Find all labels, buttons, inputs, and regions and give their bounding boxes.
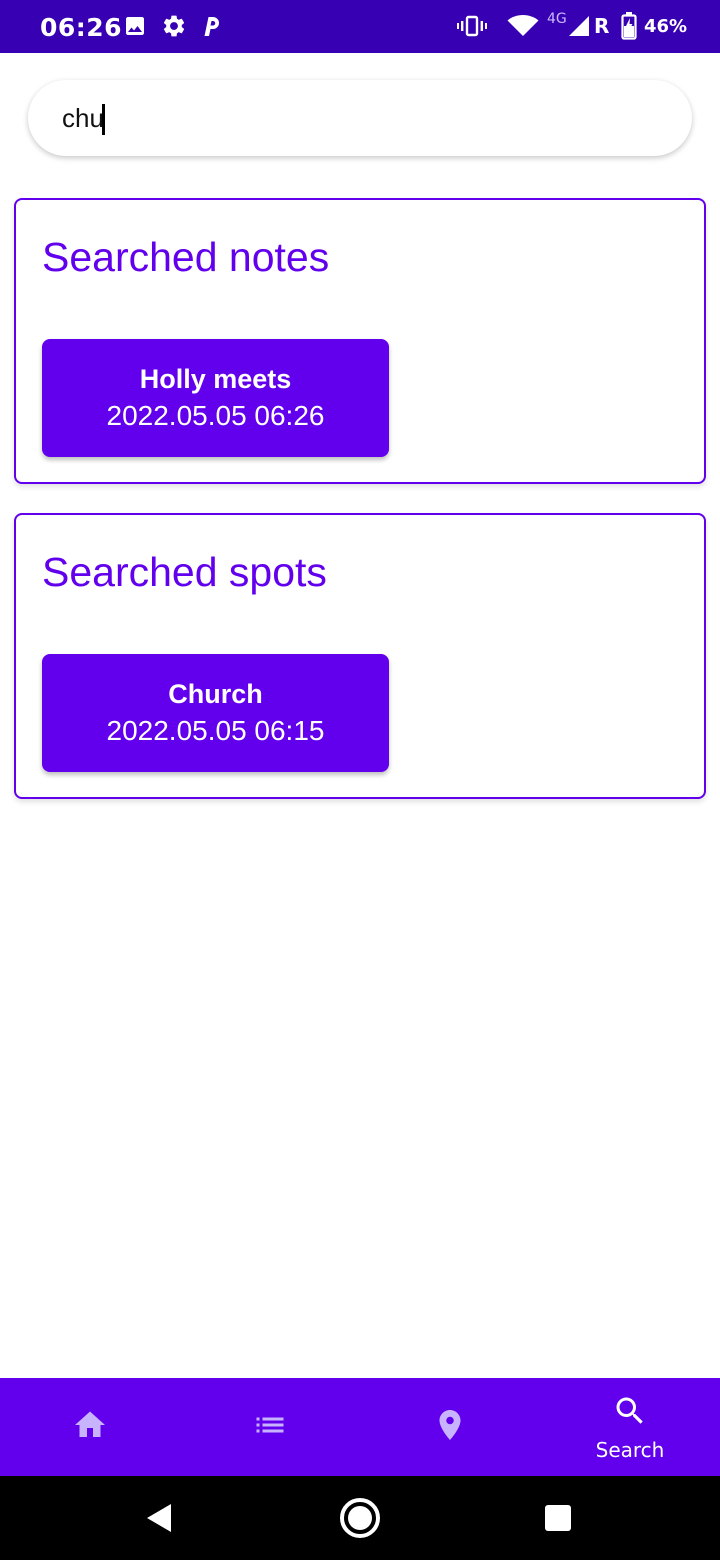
image-icon <box>122 12 148 40</box>
status-bar: 06:26 4G R 46% <box>0 0 720 53</box>
searched-spots-card: Searched spots Church 2022.05.05 06:15 <box>14 513 706 799</box>
vibrate-icon <box>456 12 488 40</box>
searched-spots-title: Searched spots <box>42 549 327 595</box>
nav-item-search[interactable]: Search <box>540 1378 720 1476</box>
system-navigation-bar <box>0 1476 720 1560</box>
parking-icon <box>200 12 224 40</box>
spot-result-tile[interactable]: Church 2022.05.05 06:15 <box>42 654 389 772</box>
spot-result-title: Church <box>168 679 263 709</box>
nav-item-list[interactable] <box>180 1378 360 1476</box>
nav-item-home[interactable] <box>0 1378 180 1476</box>
search-bar[interactable] <box>28 80 692 156</box>
network-type-label: 4G <box>547 11 567 27</box>
signal-icon <box>566 12 592 40</box>
recents-icon[interactable] <box>528 1476 588 1560</box>
nav-label-search: Search <box>595 1437 665 1462</box>
status-time: 06:26 <box>40 13 123 42</box>
search-input[interactable] <box>62 80 662 156</box>
spot-result-date: 2022.05.05 06:15 <box>106 715 325 746</box>
roaming-label: R <box>594 14 610 38</box>
wifi-icon <box>506 12 540 40</box>
note-result-date: 2022.05.05 06:26 <box>106 400 325 431</box>
battery-icon <box>620 12 638 40</box>
note-result-tile[interactable]: Holly meets 2022.05.05 06:26 <box>42 339 389 457</box>
bottom-navigation: Search <box>0 1378 720 1476</box>
back-icon[interactable] <box>130 1476 190 1560</box>
list-icon <box>252 1407 288 1448</box>
search-icon <box>612 1393 648 1434</box>
gear-icon <box>160 12 188 40</box>
nav-item-spots[interactable] <box>360 1378 540 1476</box>
home-circle-icon[interactable] <box>330 1476 390 1560</box>
text-caret <box>102 104 105 135</box>
note-result-title: Holly meets <box>139 364 292 394</box>
location-pin-icon <box>432 1407 468 1448</box>
battery-percentage: 46% <box>644 16 688 37</box>
searched-notes-card: Searched notes Holly meets 2022.05.05 06… <box>14 198 706 484</box>
searched-notes-title: Searched notes <box>42 234 330 280</box>
home-icon <box>72 1407 108 1448</box>
